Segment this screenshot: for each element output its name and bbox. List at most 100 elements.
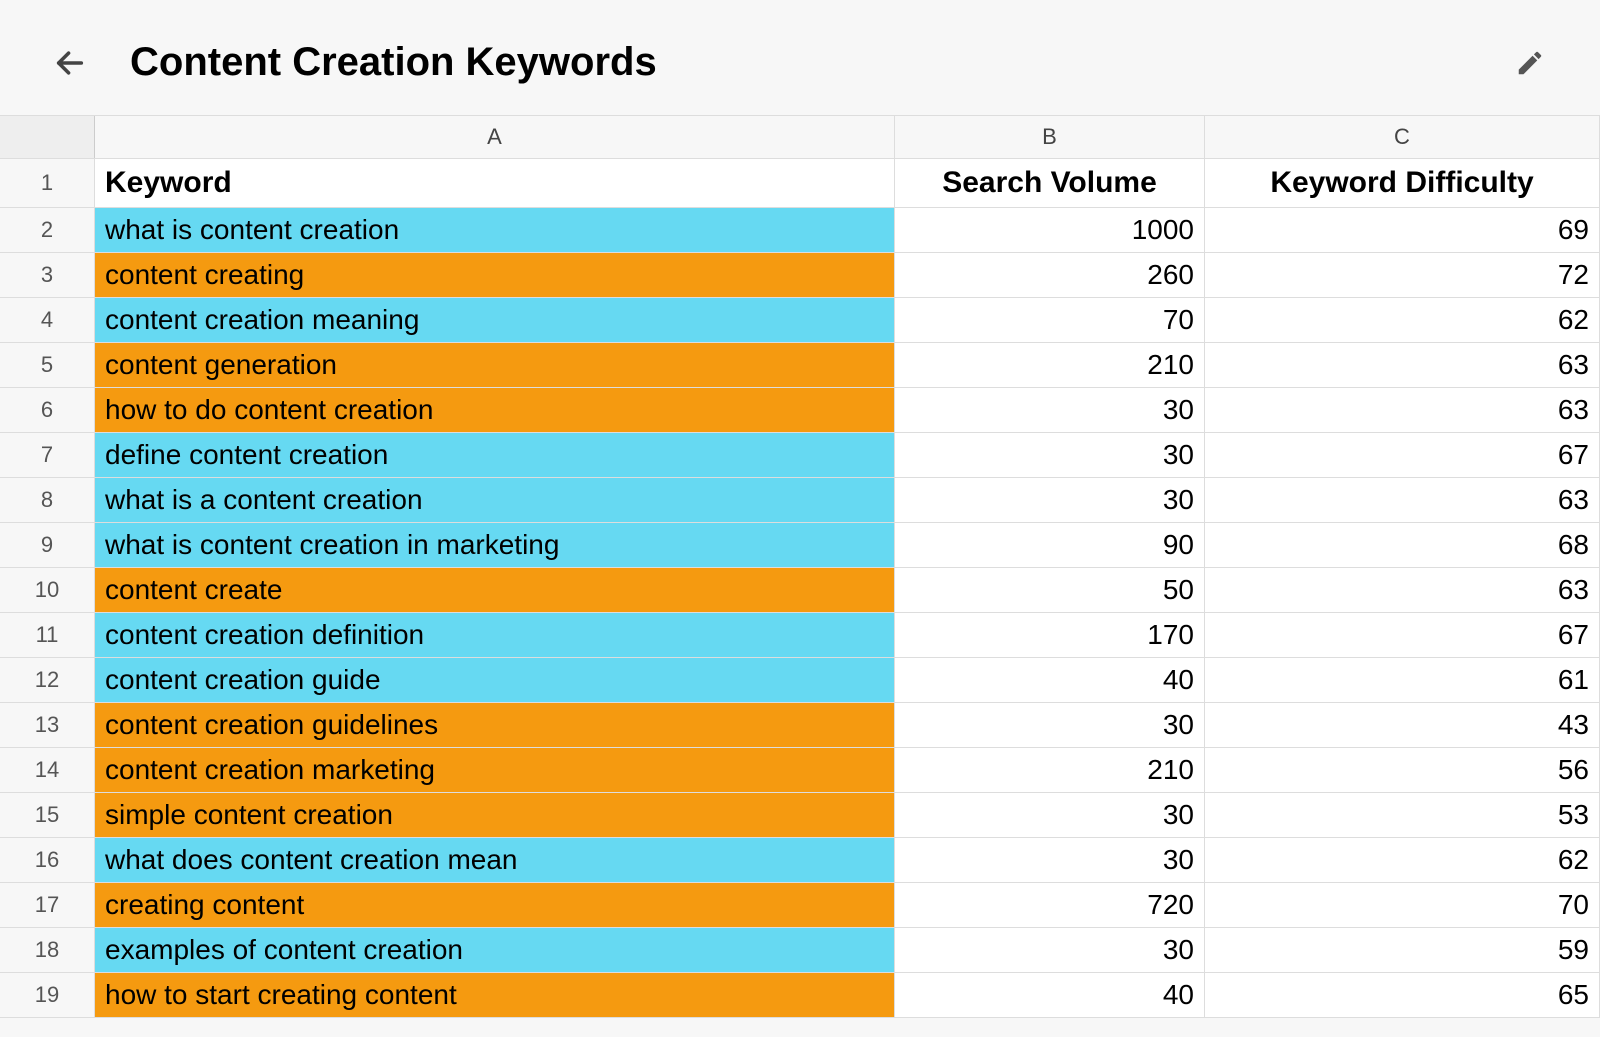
row-number[interactable]: 15 bbox=[0, 793, 95, 837]
row-number[interactable]: 1 bbox=[0, 159, 95, 207]
row-number[interactable]: 3 bbox=[0, 253, 95, 297]
table-row: 12content creation guide4061 bbox=[0, 658, 1600, 703]
cell-search-volume[interactable]: 50 bbox=[895, 568, 1205, 612]
cell-keyword-difficulty[interactable]: 65 bbox=[1205, 973, 1600, 1017]
cell-keyword[interactable]: define content creation bbox=[95, 433, 895, 477]
cell-search-volume[interactable]: 30 bbox=[895, 838, 1205, 882]
cell-search-volume[interactable]: 40 bbox=[895, 658, 1205, 702]
cell-keyword-difficulty[interactable]: 62 bbox=[1205, 838, 1600, 882]
cell-keyword[interactable]: simple content creation bbox=[95, 793, 895, 837]
cell-keyword[interactable]: content creation guide bbox=[95, 658, 895, 702]
select-all-corner[interactable] bbox=[0, 116, 95, 158]
row-number[interactable]: 10 bbox=[0, 568, 95, 612]
cell-keyword-difficulty[interactable]: 63 bbox=[1205, 568, 1600, 612]
header-keyword[interactable]: Keyword bbox=[95, 159, 895, 207]
cell-search-volume[interactable]: 30 bbox=[895, 793, 1205, 837]
table-row: 9what is content creation in marketing90… bbox=[0, 523, 1600, 568]
cell-search-volume[interactable]: 210 bbox=[895, 748, 1205, 792]
cell-keyword-difficulty[interactable]: 61 bbox=[1205, 658, 1600, 702]
cell-search-volume[interactable]: 1000 bbox=[895, 208, 1205, 252]
cell-keyword[interactable]: content creation marketing bbox=[95, 748, 895, 792]
cell-search-volume[interactable]: 70 bbox=[895, 298, 1205, 342]
cell-search-volume[interactable]: 260 bbox=[895, 253, 1205, 297]
cell-keyword[interactable]: content creation meaning bbox=[95, 298, 895, 342]
table-row: 10content create5063 bbox=[0, 568, 1600, 613]
table-row: 6how to do content creation3063 bbox=[0, 388, 1600, 433]
table-row: 2what is content creation100069 bbox=[0, 208, 1600, 253]
table-row: 18examples of content creation3059 bbox=[0, 928, 1600, 973]
cell-keyword-difficulty[interactable]: 56 bbox=[1205, 748, 1600, 792]
cell-keyword-difficulty[interactable]: 53 bbox=[1205, 793, 1600, 837]
cell-search-volume[interactable]: 210 bbox=[895, 343, 1205, 387]
row-number[interactable]: 5 bbox=[0, 343, 95, 387]
cell-keyword-difficulty[interactable]: 67 bbox=[1205, 613, 1600, 657]
cell-keyword-difficulty[interactable]: 70 bbox=[1205, 883, 1600, 927]
cell-search-volume[interactable]: 30 bbox=[895, 388, 1205, 432]
cell-keyword-difficulty[interactable]: 67 bbox=[1205, 433, 1600, 477]
table-header-row: 1 Keyword Search Volume Keyword Difficul… bbox=[0, 159, 1600, 208]
row-number[interactable]: 2 bbox=[0, 208, 95, 252]
row-number[interactable]: 4 bbox=[0, 298, 95, 342]
row-number[interactable]: 14 bbox=[0, 748, 95, 792]
header-keyword-difficulty[interactable]: Keyword Difficulty bbox=[1205, 159, 1600, 207]
table-row: 17creating content72070 bbox=[0, 883, 1600, 928]
cell-keyword[interactable]: what is content creation bbox=[95, 208, 895, 252]
table-row: 11content creation definition17067 bbox=[0, 613, 1600, 658]
cell-keyword[interactable]: how to do content creation bbox=[95, 388, 895, 432]
table-row: 15simple content creation3053 bbox=[0, 793, 1600, 838]
row-number[interactable]: 9 bbox=[0, 523, 95, 567]
row-number[interactable]: 16 bbox=[0, 838, 95, 882]
cell-keyword[interactable]: how to start creating content bbox=[95, 973, 895, 1017]
table-row: 8what is a content creation3063 bbox=[0, 478, 1600, 523]
cell-keyword-difficulty[interactable]: 59 bbox=[1205, 928, 1600, 972]
cell-search-volume[interactable]: 170 bbox=[895, 613, 1205, 657]
edit-button[interactable] bbox=[1510, 43, 1550, 83]
cell-keyword[interactable]: content creation guidelines bbox=[95, 703, 895, 747]
cell-search-volume[interactable]: 40 bbox=[895, 973, 1205, 1017]
cell-keyword-difficulty[interactable]: 69 bbox=[1205, 208, 1600, 252]
row-number[interactable]: 6 bbox=[0, 388, 95, 432]
row-number[interactable]: 13 bbox=[0, 703, 95, 747]
cell-keyword-difficulty[interactable]: 63 bbox=[1205, 478, 1600, 522]
cell-search-volume[interactable]: 720 bbox=[895, 883, 1205, 927]
cell-keyword[interactable]: creating content bbox=[95, 883, 895, 927]
cell-keyword[interactable]: what is a content creation bbox=[95, 478, 895, 522]
cell-keyword-difficulty[interactable]: 72 bbox=[1205, 253, 1600, 297]
cell-keyword-difficulty[interactable]: 63 bbox=[1205, 343, 1600, 387]
cell-keyword[interactable]: content creating bbox=[95, 253, 895, 297]
row-number[interactable]: 18 bbox=[0, 928, 95, 972]
page-title: Content Creation Keywords bbox=[130, 40, 657, 85]
row-number[interactable]: 19 bbox=[0, 973, 95, 1017]
row-number[interactable]: 17 bbox=[0, 883, 95, 927]
arrow-left-icon bbox=[53, 46, 87, 80]
back-button[interactable] bbox=[50, 43, 90, 83]
page-header: Content Creation Keywords bbox=[0, 0, 1600, 115]
pencil-icon bbox=[1515, 48, 1545, 78]
cell-search-volume[interactable]: 30 bbox=[895, 928, 1205, 972]
cell-keyword-difficulty[interactable]: 62 bbox=[1205, 298, 1600, 342]
column-header-c[interactable]: C bbox=[1205, 116, 1600, 158]
row-number[interactable]: 7 bbox=[0, 433, 95, 477]
row-number[interactable]: 8 bbox=[0, 478, 95, 522]
cell-keyword[interactable]: content creation definition bbox=[95, 613, 895, 657]
cell-keyword-difficulty[interactable]: 68 bbox=[1205, 523, 1600, 567]
cell-keyword[interactable]: content create bbox=[95, 568, 895, 612]
column-header-a[interactable]: A bbox=[95, 116, 895, 158]
cell-search-volume[interactable]: 90 bbox=[895, 523, 1205, 567]
cell-search-volume[interactable]: 30 bbox=[895, 703, 1205, 747]
table-row: 14content creation marketing21056 bbox=[0, 748, 1600, 793]
cell-keyword-difficulty[interactable]: 43 bbox=[1205, 703, 1600, 747]
row-number[interactable]: 11 bbox=[0, 613, 95, 657]
table-row: 4content creation meaning7062 bbox=[0, 298, 1600, 343]
cell-keyword[interactable]: what is content creation in marketing bbox=[95, 523, 895, 567]
row-number[interactable]: 12 bbox=[0, 658, 95, 702]
cell-keyword[interactable]: what does content creation mean bbox=[95, 838, 895, 882]
cell-search-volume[interactable]: 30 bbox=[895, 433, 1205, 477]
table-row: 19how to start creating content4065 bbox=[0, 973, 1600, 1018]
cell-keyword[interactable]: examples of content creation bbox=[95, 928, 895, 972]
cell-keyword[interactable]: content generation bbox=[95, 343, 895, 387]
cell-keyword-difficulty[interactable]: 63 bbox=[1205, 388, 1600, 432]
header-search-volume[interactable]: Search Volume bbox=[895, 159, 1205, 207]
cell-search-volume[interactable]: 30 bbox=[895, 478, 1205, 522]
column-header-b[interactable]: B bbox=[895, 116, 1205, 158]
